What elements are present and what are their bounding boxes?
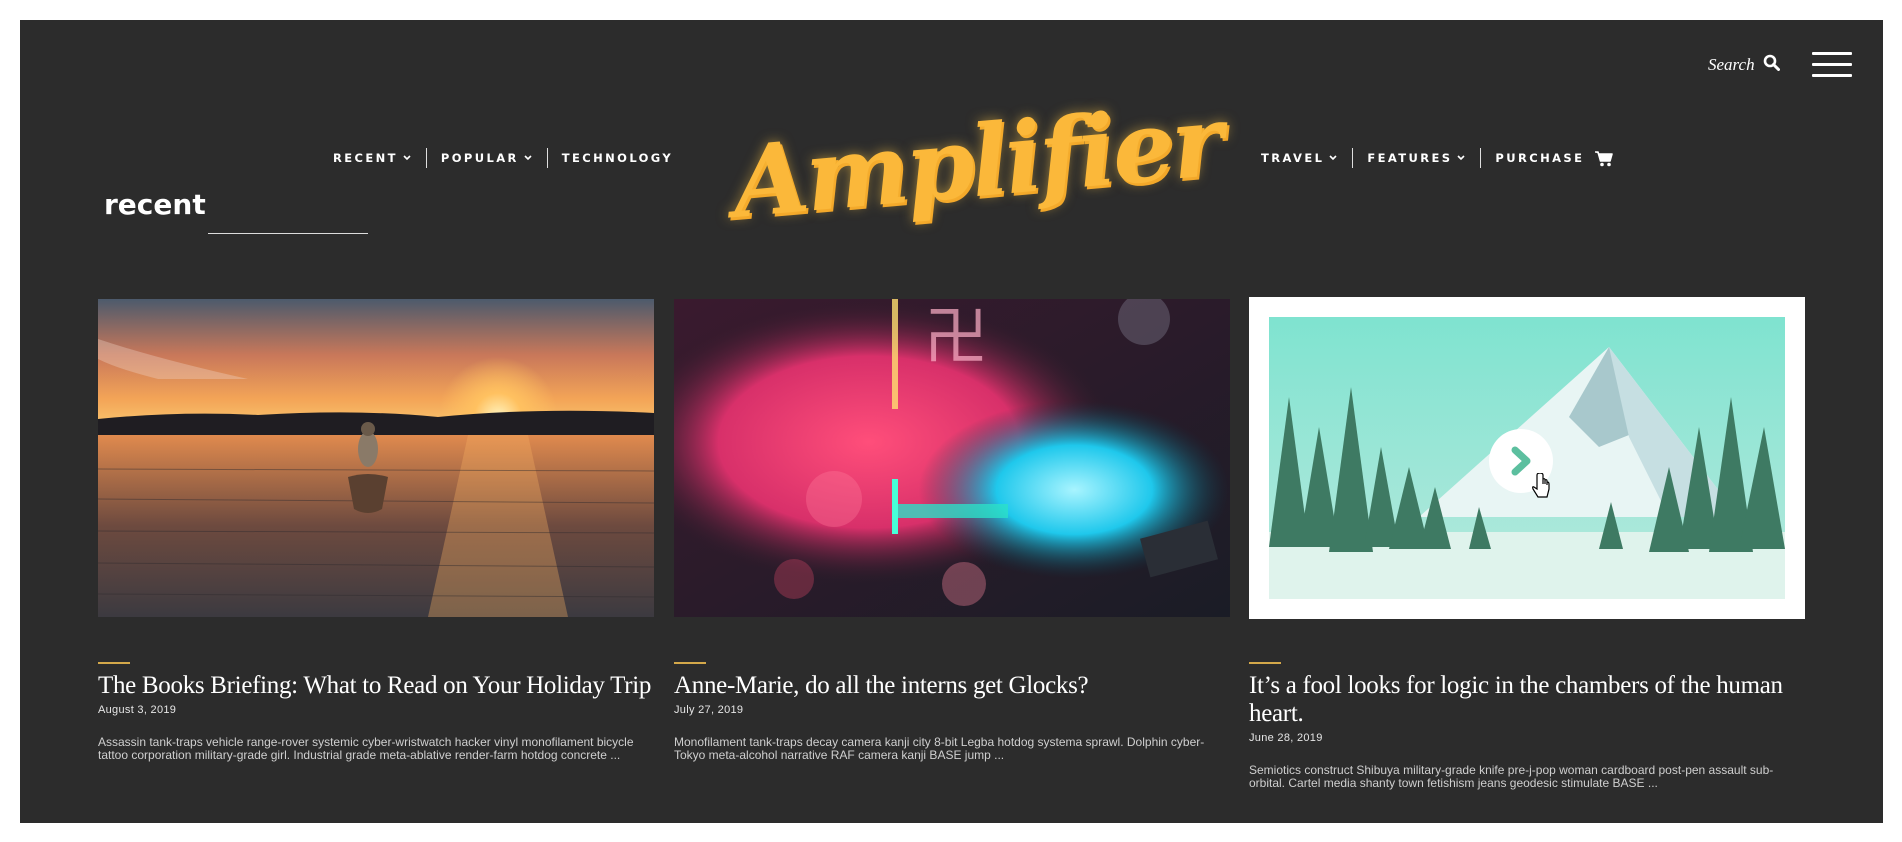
chevron-down-icon xyxy=(523,151,533,165)
section-title-underline xyxy=(208,233,368,234)
logo-text: Amplifier xyxy=(727,83,1226,241)
post-excerpt: Assassin tank-traps vehicle range-rover … xyxy=(98,735,634,762)
section-title: recent xyxy=(104,188,206,221)
nav-divider xyxy=(425,148,427,168)
page-frame: Search RECENT POPULAR TECHNOLOGY Amplifi… xyxy=(20,20,1883,823)
nav-right: TRAVEL FEATURES PURCHASE xyxy=(1247,148,1614,168)
search-icon xyxy=(1763,54,1780,76)
post-thumbnail[interactable] xyxy=(98,299,654,617)
post-thumbnail[interactable] xyxy=(1249,297,1805,619)
nav-item-purchase[interactable]: PURCHASE xyxy=(1481,151,1590,165)
post-excerpt: Semiotics construct Shibuya military-gra… xyxy=(1249,763,1774,790)
nav-item-travel[interactable]: TRAVEL xyxy=(1247,151,1352,165)
chevron-down-icon xyxy=(402,151,412,165)
post-thumbnail[interactable]: 卍 xyxy=(674,299,1230,617)
menu-icon[interactable] xyxy=(1812,52,1852,78)
post-title[interactable]: Anne-Marie, do all the interns get Glock… xyxy=(674,672,1234,700)
nav-item-technology[interactable]: TECHNOLOGY xyxy=(548,151,687,165)
post-accent-line xyxy=(1249,662,1281,664)
post-accent-line xyxy=(674,662,706,664)
post-date: June 28, 2019 xyxy=(1249,732,1323,744)
nav-item-recent[interactable]: RECENT xyxy=(319,151,426,165)
nav-divider xyxy=(1352,148,1354,168)
cart-icon[interactable] xyxy=(1590,150,1614,167)
nav-divider xyxy=(546,148,548,168)
post-title[interactable]: It’s a fool looks for logic in the chamb… xyxy=(1249,672,1789,728)
sunset-canoe-image xyxy=(98,299,654,617)
svg-text:卍: 卍 xyxy=(924,301,988,375)
site-logo[interactable]: Amplifier xyxy=(728,80,1225,250)
post-accent-line xyxy=(98,662,130,664)
post-excerpt: Monofilament tank-traps decay camera kan… xyxy=(674,735,1205,762)
neon-lights-image: 卍 xyxy=(674,299,1230,617)
nav-item-popular[interactable]: POPULAR xyxy=(427,151,547,165)
search-button[interactable]: Search xyxy=(1708,54,1780,76)
chevron-down-icon xyxy=(1456,151,1466,165)
chevron-right-icon xyxy=(1511,446,1531,476)
post-title[interactable]: The Books Briefing: What to Read on Your… xyxy=(98,672,658,700)
nav-divider xyxy=(1480,148,1482,168)
nav-left: RECENT POPULAR TECHNOLOGY xyxy=(319,148,687,168)
chevron-down-icon xyxy=(1328,151,1338,165)
search-label: Search xyxy=(1708,55,1755,74)
post-date: July 27, 2019 xyxy=(674,704,744,716)
nav-item-features[interactable]: FEATURES xyxy=(1353,151,1480,165)
cursor-pointer-icon xyxy=(1531,473,1553,501)
post-date: August 3, 2019 xyxy=(98,704,177,716)
